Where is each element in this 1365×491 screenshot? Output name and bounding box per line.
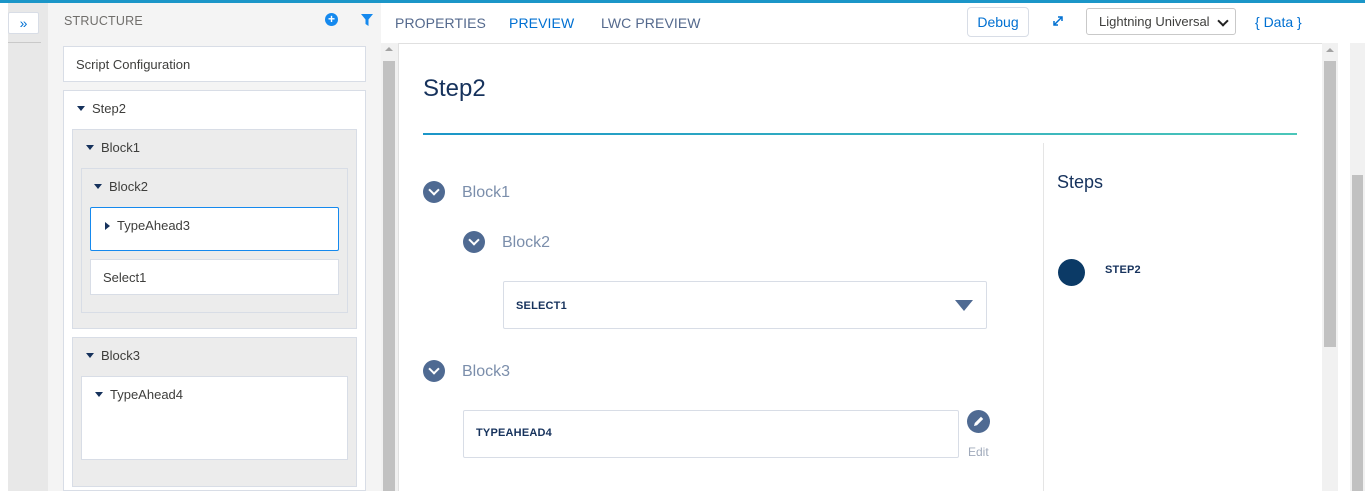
block1-node[interactable]: Block1 Block2 TypeAhead3 Select1 [72,129,357,329]
typeahead3-node-header[interactable]: TypeAhead3 [105,218,190,233]
structure-panel: STRUCTURE + Script Configuration Step2 B… [48,3,381,491]
edit-button[interactable] [967,410,990,433]
caret-down-icon [95,392,103,397]
script-configuration-item[interactable]: Script Configuration [63,46,366,82]
structure-scrollbar[interactable] [381,43,398,491]
chevron-down-icon [1217,15,1229,27]
select1-node-label: Select1 [103,270,147,285]
page-scrollbar[interactable] [1338,43,1365,491]
filter-icon[interactable] [361,14,373,26]
typeahead3-node[interactable]: TypeAhead3 [90,207,339,251]
caret-down-icon [77,106,85,111]
scroll-up-arrow-icon[interactable] [1326,48,1334,52]
tab-preview[interactable]: PREVIEW [509,15,574,31]
scroll-up-arrow-icon[interactable] [385,47,393,51]
block3-collapse-icon[interactable] [423,360,445,382]
steps-column-divider [1043,143,1044,491]
preview-scrollbar[interactable] [1322,43,1338,491]
block3-node[interactable]: Block3 TypeAhead4 [72,337,357,487]
caret-right-icon [105,221,110,230]
step-name[interactable]: STEP2 [1105,264,1141,276]
expand-panel-button[interactable]: » [8,12,39,34]
tab-lwc-preview[interactable]: LWC PREVIEW [601,15,701,31]
typeahead4-node-label: TypeAhead4 [110,387,184,402]
block1-node-header[interactable]: Block1 [86,140,140,155]
expand-arrows-icon[interactable] [1051,14,1065,28]
typeahead4-node-header[interactable]: TypeAhead4 [95,387,183,402]
step2-node-header[interactable]: Step2 [77,101,126,116]
double-chevron-right-icon: » [19,15,28,31]
pencil-icon [974,416,984,426]
edit-label: Edit [968,445,989,459]
layout-select[interactable]: Lightning Universal [1086,8,1236,35]
block2-node-header[interactable]: Block2 [94,179,148,194]
typeahead3-node-label: TypeAhead3 [117,218,191,233]
tab-properties[interactable]: PROPERTIES [395,15,486,31]
typeahead4-node[interactable]: TypeAhead4 [81,376,348,460]
caret-down-icon [86,145,94,150]
select1-label: SELECT1 [516,300,567,312]
left-rail-background [8,3,48,491]
block1-label: Block1 [462,184,511,201]
caret-down-icon [94,184,102,189]
left-rail: » [0,3,48,491]
debug-button-label: Debug [977,14,1019,30]
block2-node-label: Block2 [109,179,149,194]
data-link[interactable]: { Data } [1255,14,1302,30]
caret-down-icon [86,353,94,358]
step-title: Step2 [423,75,486,102]
block2-node[interactable]: Block2 TypeAhead3 Select1 [81,168,348,313]
typeahead4-label: TYPEAHEAD4 [476,427,552,439]
plus-circle-icon[interactable]: + [325,13,338,26]
block2-label: Block2 [502,234,551,251]
typeahead4-input[interactable]: TYPEAHEAD4 [463,410,959,458]
script-configuration-label: Script Configuration [76,57,191,72]
block3-node-header[interactable]: Block3 [86,348,140,363]
preview-scrollbar-thumb[interactable] [1324,61,1336,347]
layout-select-value: Lightning Universal [1099,14,1210,29]
page-scrollbar-thumb[interactable] [1352,175,1363,491]
step-indicator-dot[interactable] [1058,259,1085,286]
structure-title: STRUCTURE [64,14,143,28]
step2-node[interactable]: Step2 Block1 Block2 TypeAhead3 Select1 B… [63,90,366,491]
step-title-rule [423,133,1297,135]
rail-divider [8,42,41,43]
select1-dropdown[interactable]: SELECT1 [503,281,987,329]
debug-button[interactable]: Debug [967,7,1029,37]
block2-collapse-icon[interactable] [463,231,485,253]
block1-collapse-icon[interactable] [423,181,445,203]
steps-heading: Steps [1057,172,1104,192]
select1-node[interactable]: Select1 [90,259,339,295]
dropdown-triangle-icon [955,300,973,311]
structure-scrollbar-thumb[interactable] [383,61,395,491]
block3-label: Block3 [462,363,511,380]
block3-node-label: Block3 [101,348,141,363]
step2-node-label: Step2 [92,101,126,116]
block1-node-label: Block1 [101,140,141,155]
